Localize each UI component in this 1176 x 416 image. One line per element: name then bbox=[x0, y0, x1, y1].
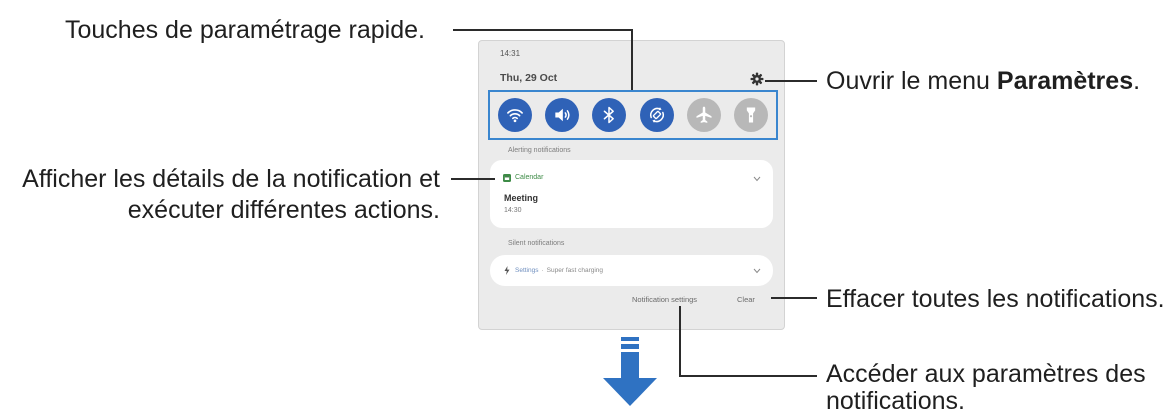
callout-notification-settings: Accéder aux paramètres des notifications. bbox=[826, 361, 1146, 415]
toggle-airplane-mode[interactable] bbox=[686, 98, 721, 132]
chevron-down-icon[interactable] bbox=[753, 176, 761, 182]
bluetooth-icon bbox=[604, 106, 615, 124]
silent-notification-message: Super fast charging bbox=[546, 267, 604, 274]
wifi-icon bbox=[507, 109, 523, 123]
notification-card-calendar[interactable]: Calendar Meeting 14:30 bbox=[490, 160, 773, 228]
chevron-down-icon[interactable] bbox=[753, 268, 761, 274]
toggle-flashlight[interactable] bbox=[733, 98, 768, 132]
toggle-bluetooth[interactable] bbox=[592, 98, 627, 132]
callout-open-settings-text: Ouvrir le menu bbox=[826, 67, 997, 95]
settings-button[interactable] bbox=[750, 72, 764, 86]
notification-card-charging[interactable]: Settings · Super fast charging bbox=[490, 255, 773, 286]
alerting-notifications-header: Alerting notifications bbox=[508, 147, 571, 154]
callout-notification-details: Afficher les détails de la notification … bbox=[22, 164, 440, 226]
callout-open-settings-period: . bbox=[1133, 67, 1141, 95]
toggle-auto-rotate[interactable] bbox=[639, 98, 674, 132]
volume-icon bbox=[555, 108, 570, 122]
toggle-sound[interactable] bbox=[545, 98, 580, 132]
callout-open-settings-menu-name: Paramètres bbox=[996, 67, 1134, 95]
notification-panel: 14:31 Thu, 29 Oct Alerting notifications… bbox=[478, 40, 785, 330]
notification-settings-button[interactable]: Notification settings bbox=[632, 295, 697, 304]
quick-settings-bar bbox=[488, 90, 778, 140]
silent-notifications-header: Silent notifications bbox=[508, 240, 565, 247]
callout-notification-settings-line-2: notifications. bbox=[826, 387, 965, 415]
toggle-wifi[interactable] bbox=[498, 98, 532, 132]
notification-time: 14:30 bbox=[504, 207, 522, 214]
callout-quick-settings: Touches de paramétrage rapide. bbox=[65, 16, 425, 44]
callout-clear-all: Effacer toutes les notifications. bbox=[826, 285, 1165, 313]
callout-open-settings: Ouvrir le menu Paramètres. bbox=[826, 66, 1140, 96]
silent-notification-text: Settings · Super fast charging bbox=[515, 267, 603, 274]
manual-figure: Touches de paramétrage rapide. Ouvrir le… bbox=[0, 0, 1176, 416]
silent-notification-separator: · bbox=[541, 267, 544, 274]
callout-notification-details-line-2: exécuter différentes actions. bbox=[127, 196, 440, 224]
down-arrow-icon bbox=[603, 337, 657, 406]
gear-icon bbox=[750, 72, 764, 86]
panel-date: Thu, 29 Oct bbox=[500, 72, 558, 84]
status-time: 14:31 bbox=[500, 49, 521, 58]
notification-app-name: Calendar bbox=[515, 174, 544, 181]
callout-notification-settings-line-1: Accéder aux paramètres des bbox=[826, 360, 1146, 388]
callout-notification-details-line-1: Afficher les détails de la notification … bbox=[22, 165, 440, 193]
flashlight-icon bbox=[746, 107, 756, 123]
calendar-icon bbox=[503, 174, 511, 182]
clear-button[interactable]: Clear bbox=[737, 295, 755, 304]
silent-notification-app: Settings bbox=[515, 267, 539, 274]
notification-title: Meeting bbox=[504, 193, 539, 203]
bolt-icon bbox=[504, 266, 510, 275]
airplane-icon bbox=[696, 106, 712, 123]
auto-rotate-icon bbox=[649, 107, 664, 123]
